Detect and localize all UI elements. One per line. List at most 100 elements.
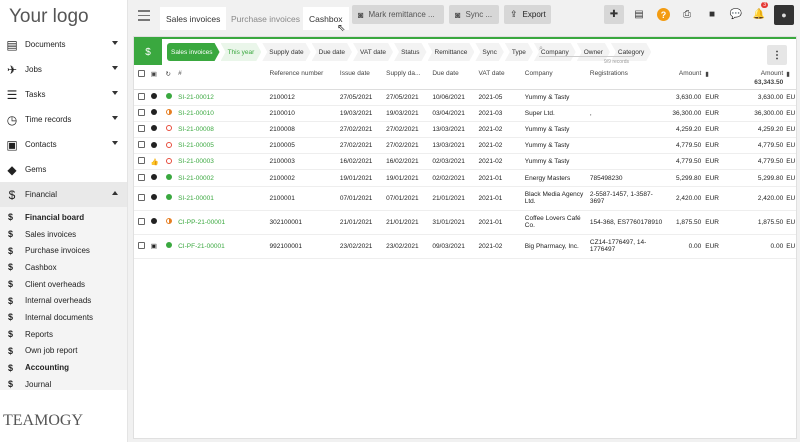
- submenu-item-accounting[interactable]: $ Accounting: [0, 359, 127, 376]
- row-checkbox[interactable]: [138, 173, 145, 181]
- export-button[interactable]: ⇪ Export: [504, 5, 551, 24]
- tab-purchase-invoices[interactable]: Purchase invoices: [225, 7, 306, 30]
- row-select-cell: [134, 210, 151, 235]
- currency-cell-2: EU: [783, 121, 796, 139]
- col-reference[interactable]: Reference number: [269, 67, 340, 90]
- sync-button[interactable]: ◙ Sync ...: [449, 5, 499, 24]
- sidebar-item-gems[interactable]: ◆ Gems: [0, 157, 127, 182]
- row-checkbox[interactable]: [138, 193, 145, 201]
- menu-toggle-icon[interactable]: [138, 10, 150, 24]
- row-checkbox[interactable]: [138, 108, 145, 116]
- table-row[interactable]: ▣ CI-PF-21-00001 992100001 23/02/2021 23/02/…: [134, 234, 796, 259]
- table-row[interactable]: SI-21-00005 2100005 27/02/2021 27/02/2021 13…: [134, 137, 796, 155]
- tab-sales-invoices[interactable]: Sales invoices: [160, 7, 227, 30]
- invoice-number-link[interactable]: SI-21-00012: [178, 89, 270, 106]
- row-checkbox[interactable]: [138, 92, 145, 100]
- filter-crumb-remittance[interactable]: Remittance: [428, 43, 475, 61]
- reference-cell: 2100010: [269, 105, 340, 122]
- col-supply-date[interactable]: Supply da...: [386, 67, 433, 90]
- print-button[interactable]: ⎙: [677, 5, 697, 24]
- records-count: 9/9 records: [604, 59, 630, 65]
- more-options-button[interactable]: ⋮: [767, 45, 787, 65]
- submenu-item-internal-documents[interactable]: $ Internal documents: [0, 309, 127, 326]
- submenu-item-label: Internal documents: [25, 312, 94, 322]
- sidebar-item-time-records[interactable]: ◷ Time records: [0, 107, 127, 132]
- invoice-number-link[interactable]: SI-21-00003: [178, 153, 270, 171]
- row-checkbox[interactable]: [138, 241, 145, 249]
- dollar-icon: $: [8, 345, 14, 356]
- invoice-number-link[interactable]: SI-21-00008: [178, 121, 270, 139]
- invoice-number-link[interactable]: SI-21-00002: [178, 169, 270, 187]
- col-company[interactable]: Company: [524, 67, 590, 90]
- select-all-checkbox[interactable]: [138, 70, 145, 77]
- contacts-icon: ▣: [6, 137, 18, 152]
- invoice-number-link[interactable]: SI-21-00001: [178, 186, 270, 211]
- type-dot-icon: [150, 93, 157, 100]
- table-row[interactable]: SI-21-00008 2100008 27/02/2021 27/02/2021 13…: [134, 121, 796, 139]
- sidebar-item-tasks[interactable]: ☰ Tasks: [0, 82, 127, 107]
- submenu-item-own-job-report[interactable]: $ Own job report: [0, 343, 127, 360]
- filter-crumb-supply-date[interactable]: Supply date: [262, 43, 310, 61]
- user-avatar[interactable]: ●: [774, 5, 794, 25]
- col-due-date[interactable]: Due date: [432, 67, 479, 90]
- col-amount-total[interactable]: Amount 63,343.50: [743, 67, 784, 90]
- submenu-item-cashbox[interactable]: $ Cashbox: [0, 259, 127, 276]
- invoice-number-link[interactable]: CI-PP-21-00001: [178, 210, 270, 235]
- amount-total-cell: 36,300.00: [743, 105, 784, 122]
- row-checkbox[interactable]: [138, 141, 145, 149]
- submenu-item-journal[interactable]: $ Journal: [0, 376, 127, 393]
- sidebar-item-contacts[interactable]: ▣ Contacts: [0, 132, 127, 157]
- help-button[interactable]: ?: [657, 8, 670, 21]
- col-issue-date[interactable]: Issue date: [339, 67, 387, 90]
- mark-remittance-button[interactable]: ◙ Mark remittance ...: [352, 5, 444, 24]
- col-number[interactable]: #: [178, 67, 270, 90]
- filter-crumb-sales-invoices[interactable]: Sales invoices: [167, 43, 220, 61]
- issue-date-cell: 19/01/2021: [339, 169, 387, 187]
- table-row[interactable]: SI-21-00012 2100012 27/05/2021 27/05/2021 10…: [134, 89, 796, 106]
- submenu-item-purchase-invoices[interactable]: $ Purchase invoices: [0, 242, 127, 259]
- submenu-item-client-overheads[interactable]: $ Client overheads: [0, 276, 127, 293]
- registrations-cell: 2-5587-1457, 1-3587-3697: [589, 186, 664, 211]
- invoice-number-link[interactable]: CI-PF-21-00001: [178, 234, 270, 259]
- invoice-number-link[interactable]: SI-21-00010: [178, 105, 270, 122]
- submenu-item-reports[interactable]: $ Reports: [0, 326, 127, 343]
- submenu-item-sales-invoices[interactable]: $ Sales invoices: [0, 226, 127, 243]
- filter-crumb-this-year[interactable]: This year: [221, 43, 262, 61]
- filter-crumb-sync[interactable]: Sync: [475, 43, 503, 61]
- row-checkbox[interactable]: [138, 124, 145, 132]
- amount-cell: 36,300.00: [663, 105, 702, 122]
- notifications-button[interactable]: 🔔 3: [749, 2, 769, 24]
- sidebar-item-jobs[interactable]: ✈ Jobs: [0, 57, 127, 82]
- company-cell: Big Pharmacy, Inc.: [524, 234, 590, 259]
- row-checkbox[interactable]: [138, 217, 145, 225]
- invoice-number-link[interactable]: SI-21-00005: [178, 137, 270, 155]
- table-row[interactable]: SI-21-00002 2100002 19/01/2021 19/01/2021 02…: [134, 169, 796, 187]
- table-row[interactable]: 👍 SI-21-00003 2100003 16/02/2021 16/02/2021 0…: [134, 153, 796, 171]
- table-row[interactable]: CI-PP-21-00001 302100001 21/01/2021 21/01/2…: [134, 210, 796, 235]
- submenu-item-internal-overheads[interactable]: $ Internal overheads: [0, 292, 127, 309]
- table-row[interactable]: SI-21-00001 2100001 07/01/2021 07/01/2021 21…: [134, 186, 796, 211]
- sidebar-item-documents[interactable]: ▤ Documents: [0, 32, 127, 57]
- currency-cell-2: EU: [783, 153, 796, 171]
- filter-crumb-vat-date[interactable]: VAT date: [353, 43, 393, 61]
- row-checkbox[interactable]: [138, 157, 145, 165]
- search-input[interactable]: ⌕: [539, 45, 634, 57]
- sidebar-item-financial[interactable]: $ Financial: [0, 182, 127, 207]
- filter-crumb-due-date[interactable]: Due date: [312, 43, 352, 61]
- chat-button[interactable]: 💬: [726, 5, 746, 24]
- col-registrations[interactable]: Registrations: [589, 67, 664, 90]
- amount-cell: 1,875.50: [663, 210, 702, 235]
- supply-date-cell: 27/02/2021: [386, 137, 433, 155]
- submenu-item-financial-board[interactable]: $ Financial board: [0, 209, 127, 226]
- add-button[interactable]: ✚: [604, 5, 624, 24]
- reference-cell: 2100001: [269, 186, 340, 211]
- col-vat-date[interactable]: VAT date: [478, 67, 525, 90]
- export-label: Export: [522, 10, 546, 19]
- col-amount[interactable]: Amount: [663, 67, 702, 90]
- filter-crumb-status[interactable]: Status: [394, 43, 426, 61]
- table-row[interactable]: SI-21-00010 2100010 19/03/2021 19/03/2021 03…: [134, 105, 796, 122]
- notes-button[interactable]: ▤: [629, 5, 649, 24]
- due-date-cell: 02/02/2021: [432, 169, 479, 187]
- video-button[interactable]: ■: [702, 5, 722, 24]
- filter-crumb-type[interactable]: Type: [505, 43, 533, 61]
